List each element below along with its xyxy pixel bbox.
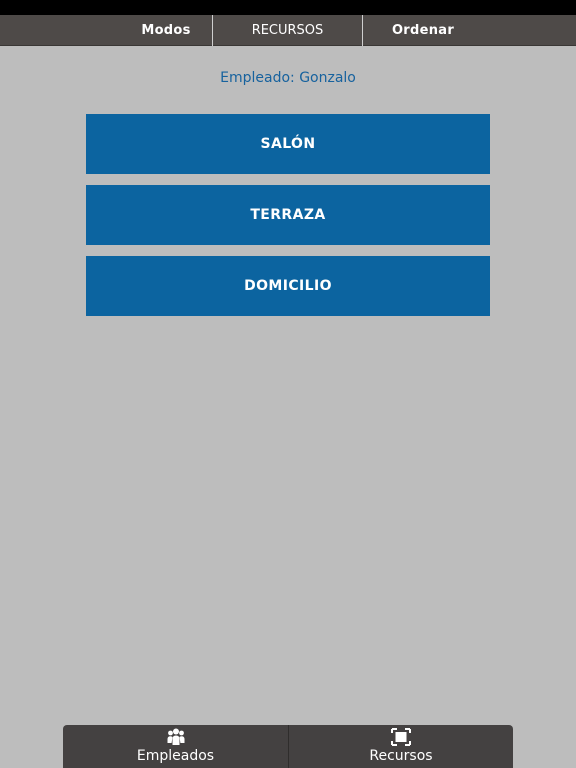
tab-modos[interactable]: Modos <box>120 15 212 46</box>
bottom-tab-label: Empleados <box>136 748 215 764</box>
bottom-tab-empleados[interactable]: Empleados <box>63 725 288 768</box>
mode-button-terraza[interactable]: TERRAZA <box>86 185 490 245</box>
mode-button-domicilio[interactable]: DOMICILIO <box>86 256 490 316</box>
people-icon <box>167 728 184 745</box>
bottom-tab-bar: Empleados Recursos <box>63 725 513 768</box>
mode-button-salon[interactable]: SALÓN <box>86 114 490 174</box>
status-bar <box>0 0 576 15</box>
tab-ordenar[interactable]: Ordenar <box>363 15 483 46</box>
employee-label: Empleado: Gonzalo <box>220 70 356 86</box>
top-tab-bar: Modos RECURSOS Ordenar <box>0 15 576 46</box>
bottom-tab-recursos[interactable]: Recursos <box>289 725 513 768</box>
tab-recursos[interactable]: RECURSOS <box>213 15 362 46</box>
bottom-tab-label: Recursos <box>369 748 433 764</box>
frame-icon <box>391 728 411 746</box>
